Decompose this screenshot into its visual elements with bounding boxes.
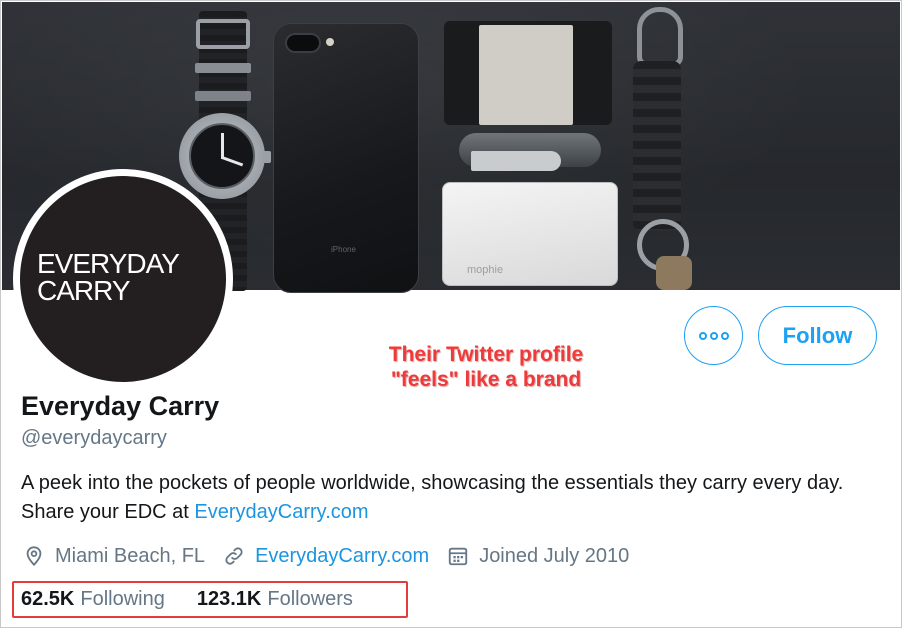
more-dots-icon	[698, 331, 729, 340]
phone-flash	[326, 38, 334, 46]
location-pin-icon	[26, 546, 42, 567]
phone-label: iPhone	[331, 245, 356, 254]
watch-keeper	[195, 91, 251, 101]
joined-text: Joined July 2010	[479, 544, 630, 567]
profile-handle: @everydaycarry	[21, 427, 167, 449]
following-stat[interactable]: 62.5K Following	[21, 588, 165, 611]
watch-buckle	[196, 19, 250, 49]
annotation-line2: "feels" like a brand	[390, 368, 582, 391]
twitter-profile-screenshot: iPhone mophie EVERYDAY CARRY Follow Thei…	[0, 0, 902, 628]
banner-keychain	[633, 61, 681, 231]
carabiner	[637, 7, 683, 67]
avatar-logo-line1: EVERYDAY	[37, 248, 180, 279]
profile-stats: 62.5K Following 123.1K Followers	[21, 588, 385, 611]
key	[656, 256, 692, 290]
profile-bio: A peek into the pockets of people worldw…	[21, 469, 871, 527]
followers-count: 123.1K	[196, 588, 262, 610]
watch-crown	[263, 151, 271, 163]
knife-blade	[471, 151, 561, 171]
more-options-button[interactable]	[684, 306, 743, 365]
location-text: Miami Beach, FL	[55, 544, 206, 567]
bio-link[interactable]: EverydayCarry.com	[194, 501, 368, 523]
profile-meta: Miami Beach, FL EverydayCarry.com Joined…	[23, 542, 647, 570]
watch-keeper	[195, 63, 251, 73]
phone-camera	[285, 33, 321, 53]
follow-button[interactable]: Follow	[758, 306, 877, 365]
followers-stat[interactable]: 123.1K Followers	[197, 588, 353, 611]
website-item[interactable]: EverydayCarry.com	[223, 545, 429, 568]
following-label: Following	[80, 588, 165, 610]
location-item: Miami Beach, FL	[23, 545, 205, 568]
calendar-icon	[449, 547, 468, 566]
website-link[interactable]: EverydayCarry.com	[255, 545, 429, 568]
joined-item: Joined July 2010	[447, 545, 629, 568]
avatar-logo-text: EVERYDAY CARRY	[37, 248, 180, 306]
wallet-band	[479, 25, 573, 125]
following-count: 62.5K	[21, 588, 75, 610]
bio-text: A peek into the pockets of people worldw…	[21, 472, 844, 523]
annotation-text: Their Twitter profile "feels" like a bra…	[356, 342, 616, 392]
followers-label: Followers	[267, 588, 353, 610]
annotation-line1: Their Twitter profile	[388, 343, 584, 366]
avatar-logo-line2: CARRY	[37, 275, 131, 306]
powerbank-label: mophie	[467, 264, 504, 276]
display-name: Everyday Carry	[21, 391, 220, 421]
link-icon	[225, 547, 243, 565]
